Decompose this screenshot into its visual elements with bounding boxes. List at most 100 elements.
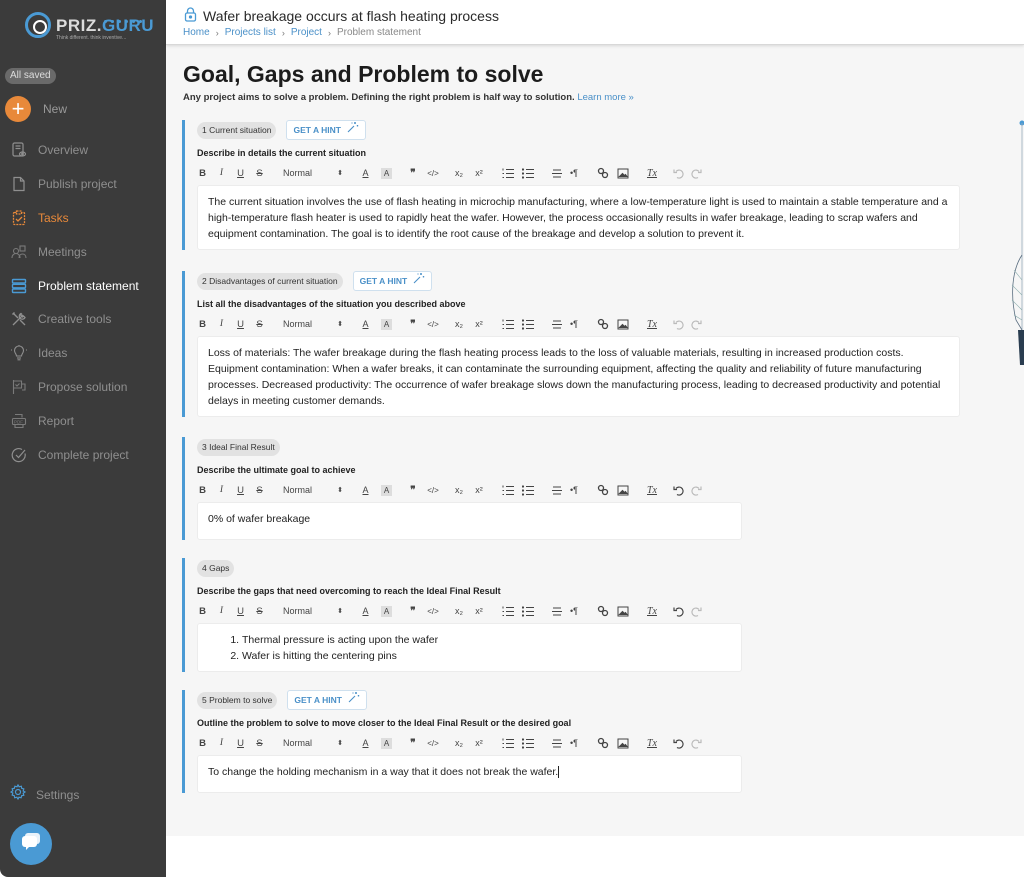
code-button[interactable]: </>	[427, 317, 439, 331]
code-button[interactable]: </>	[427, 483, 439, 497]
bullet-list-icon[interactable]	[522, 317, 534, 331]
current-situation-editor[interactable]: The current situation involves the use o…	[197, 185, 960, 250]
image-icon[interactable]	[617, 317, 629, 331]
sidebar-item-propose-solution[interactable]: Propose solution	[0, 370, 166, 404]
blockquote-button[interactable]: ❞	[407, 736, 419, 750]
text-color-button[interactable]: A	[360, 317, 371, 331]
text-direction-button[interactable]: •¶	[568, 166, 580, 180]
blockquote-button[interactable]: ❞	[407, 483, 419, 497]
ideal-final-result-editor[interactable]: 0% of wafer breakage	[197, 502, 742, 540]
format-select[interactable]: Normal ⬍	[283, 317, 343, 331]
sidebar-item-publish-project[interactable]: Publish project	[0, 167, 166, 201]
clear-format-button[interactable]: Tx	[646, 317, 658, 331]
code-button[interactable]: </>	[427, 166, 439, 180]
sidebar-item-tasks[interactable]: Tasks	[0, 201, 166, 235]
clear-format-button[interactable]: Tx	[646, 604, 658, 618]
strikethrough-button[interactable]: S	[254, 736, 265, 750]
underline-button[interactable]: U	[235, 317, 246, 331]
background-color-button[interactable]: A	[381, 484, 392, 496]
get-hint-button[interactable]: GET A HINT	[286, 120, 366, 140]
superscript-button[interactable]: x²	[473, 604, 485, 618]
ordered-list-icon[interactable]	[502, 604, 514, 618]
image-icon[interactable]	[617, 483, 629, 497]
superscript-button[interactable]: x²	[473, 317, 485, 331]
text-direction-button[interactable]: •¶	[568, 317, 580, 331]
image-icon[interactable]	[617, 166, 629, 180]
align-icon[interactable]	[551, 736, 563, 750]
bold-button[interactable]: B	[197, 317, 208, 331]
text-color-button[interactable]: A	[360, 166, 371, 180]
superscript-button[interactable]: x²	[473, 736, 485, 750]
undo-icon[interactable]	[672, 166, 684, 180]
problem-to-solve-editor[interactable]: To change the holding mechanism in a way…	[197, 755, 742, 793]
disadvantages-editor[interactable]: Loss of materials: The wafer breakage du…	[197, 336, 960, 417]
sidebar-item-meetings[interactable]: Meetings	[0, 235, 166, 269]
blockquote-button[interactable]: ❞	[407, 317, 419, 331]
link-icon[interactable]	[597, 604, 609, 618]
sidebar-item-creative-tools[interactable]: Creative tools	[0, 302, 166, 336]
align-icon[interactable]	[551, 483, 563, 497]
background-color-button[interactable]: A	[381, 318, 392, 330]
superscript-button[interactable]: x²	[473, 483, 485, 497]
blockquote-button[interactable]: ❞	[407, 166, 419, 180]
get-hint-button[interactable]: GET A HINT	[352, 271, 433, 291]
sidebar-item-overview[interactable]: Overview	[0, 133, 166, 167]
bold-button[interactable]: B	[197, 483, 208, 497]
undo-icon[interactable]	[672, 483, 684, 497]
sidebar-item-settings[interactable]: Settings	[9, 783, 79, 805]
new-button[interactable]: + New	[5, 96, 67, 122]
bold-button[interactable]: B	[197, 166, 208, 180]
clear-format-button[interactable]: Tx	[646, 166, 658, 180]
underline-button[interactable]: U	[235, 483, 246, 497]
breadcrumb-home[interactable]: Home	[183, 27, 210, 38]
italic-button[interactable]: I	[216, 604, 227, 618]
blockquote-button[interactable]: ❞	[407, 604, 419, 618]
image-icon[interactable]	[617, 604, 629, 618]
bullet-list-icon[interactable]	[522, 604, 534, 618]
sidebar-item-complete-project[interactable]: Complete project	[0, 438, 166, 472]
get-hint-button[interactable]: GET A HINT	[287, 690, 367, 710]
redo-icon[interactable]	[690, 317, 702, 331]
bullet-list-icon[interactable]	[522, 736, 534, 750]
underline-button[interactable]: U	[235, 166, 246, 180]
gaps-editor[interactable]: Thermal pressure is acting upon the wafe…	[197, 623, 742, 672]
subscript-button[interactable]: x₂	[453, 483, 465, 497]
link-icon[interactable]	[597, 483, 609, 497]
sidebar-item-problem-statement[interactable]: Problem statement	[0, 269, 166, 303]
align-icon[interactable]	[551, 166, 563, 180]
redo-icon[interactable]	[690, 736, 702, 750]
bullet-list-icon[interactable]	[522, 166, 534, 180]
logo[interactable]: PRIZ.GURU Think different. think inventi…	[22, 8, 154, 44]
subscript-button[interactable]: x₂	[453, 736, 465, 750]
superscript-button[interactable]: x²	[473, 166, 485, 180]
chat-button[interactable]	[10, 823, 52, 865]
redo-icon[interactable]	[690, 483, 702, 497]
background-color-button[interactable]: A	[381, 737, 392, 749]
strikethrough-button[interactable]: S	[254, 483, 265, 497]
format-select[interactable]: Normal ⬍	[283, 736, 343, 750]
text-color-button[interactable]: A	[360, 736, 371, 750]
align-icon[interactable]	[551, 317, 563, 331]
subscript-button[interactable]: x₂	[453, 604, 465, 618]
link-icon[interactable]	[597, 736, 609, 750]
format-select[interactable]: Normal ⬍	[283, 604, 343, 618]
link-icon[interactable]	[597, 317, 609, 331]
sidebar-item-report[interactable]: PDF Report	[0, 404, 166, 438]
ordered-list-icon[interactable]	[502, 483, 514, 497]
redo-icon[interactable]	[690, 166, 702, 180]
redo-icon[interactable]	[690, 604, 702, 618]
align-icon[interactable]	[551, 604, 563, 618]
learn-more-link[interactable]: Learn more »	[577, 92, 634, 103]
breadcrumb-project[interactable]: Project	[291, 27, 322, 38]
text-color-button[interactable]: A	[360, 483, 371, 497]
bullet-list-icon[interactable]	[522, 483, 534, 497]
link-icon[interactable]	[597, 166, 609, 180]
subscript-button[interactable]: x₂	[453, 317, 465, 331]
subscript-button[interactable]: x₂	[453, 166, 465, 180]
italic-button[interactable]: I	[216, 317, 227, 331]
clear-format-button[interactable]: Tx	[646, 736, 658, 750]
clear-format-button[interactable]: Tx	[646, 483, 658, 497]
underline-button[interactable]: U	[235, 604, 246, 618]
ordered-list-icon[interactable]	[502, 166, 514, 180]
text-direction-button[interactable]: •¶	[568, 483, 580, 497]
